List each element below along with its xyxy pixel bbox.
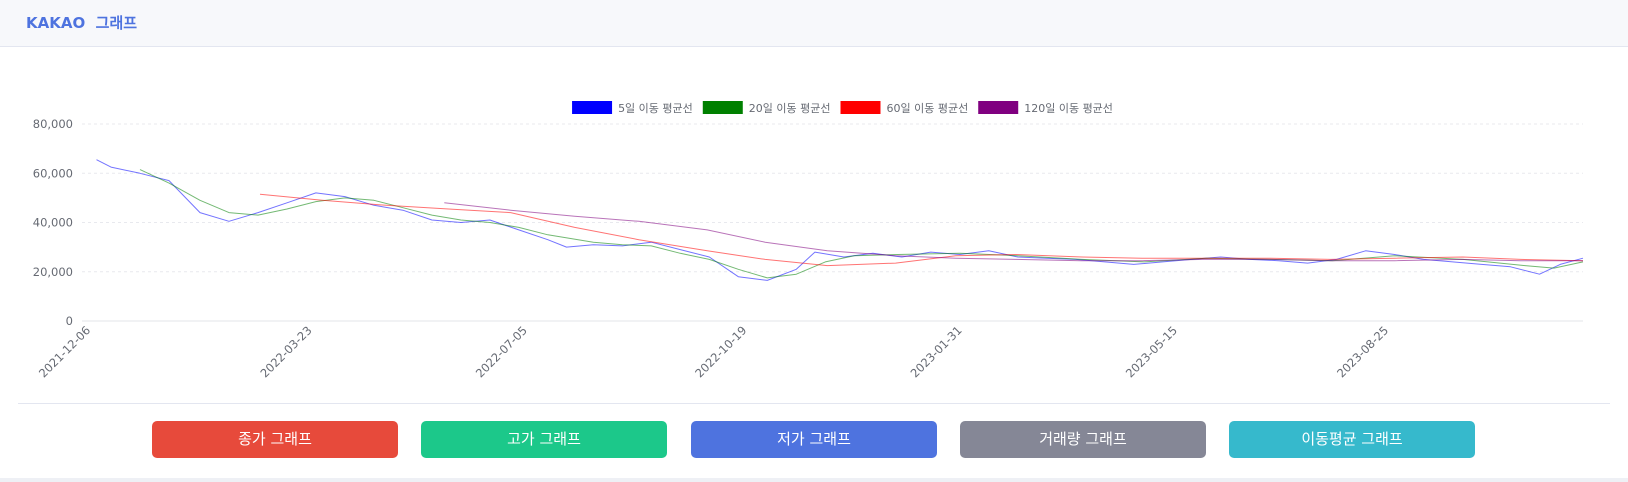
moving-average-graph-button[interactable]: 이동평균 그래프 xyxy=(1229,421,1475,458)
series-line-1 xyxy=(96,159,1584,281)
divider xyxy=(18,403,1610,404)
x-tick-label: 2022-07-05 xyxy=(473,323,530,380)
y-tick-label: 80,000 xyxy=(33,117,73,131)
y-tick-label: 0 xyxy=(66,314,73,328)
chart-svg: 0 20,000 40,000 60,000 80,000 2021-12-06 2022… xyxy=(33,101,1584,380)
legend-swatch xyxy=(702,101,743,114)
low-graph-button[interactable]: 저가 그래프 xyxy=(691,421,937,458)
volume-graph-button[interactable]: 거래량 그래프 xyxy=(960,421,1206,458)
x-tick-label: 2023-05-15 xyxy=(1123,323,1180,380)
graph-button-row: 종가 그래프 고가 그래프 저가 그래프 거래량 그래프 이동평균 그래프 xyxy=(0,421,1628,458)
x-tick-label: 2023-08-25 xyxy=(1334,323,1391,380)
series-lines xyxy=(96,159,1584,281)
card-header: KAKAO 그래프 xyxy=(0,0,1628,47)
x-tick-label: 2021-12-06 xyxy=(36,323,93,380)
page-title: KAKAO 그래프 xyxy=(26,14,138,32)
x-tick-label: 2022-03-23 xyxy=(257,323,314,380)
legend-item-1[interactable]: 5일 이동 평균선 xyxy=(572,101,693,115)
legend-swatch xyxy=(840,101,881,114)
y-axis-ticks: 0 20,000 40,000 60,000 80,000 xyxy=(33,117,73,328)
x-tick-label: 2022-10-19 xyxy=(692,323,749,380)
moving-average-chart: 0 20,000 40,000 60,000 80,000 2021-12-06 2022… xyxy=(0,47,1628,402)
legend-item-3[interactable]: 60일 이동 평균선 xyxy=(840,101,969,115)
legend-label: 5일 이동 평균선 xyxy=(618,101,693,115)
series-line-2 xyxy=(139,169,1584,279)
chart-card: KAKAO 그래프 0 20,000 40,000 60,000 80,000 2021… xyxy=(0,0,1628,478)
legend-swatch xyxy=(572,101,613,114)
grid-lines xyxy=(82,123,1583,322)
legend-label: 20일 이동 평균선 xyxy=(749,101,831,115)
series-line-4 xyxy=(444,202,1583,262)
legend-swatch xyxy=(978,101,1019,114)
chart-legend[interactable]: 5일 이동 평균선 20일 이동 평균선 60일 이동 평균선 120일 이동 평균선 xyxy=(572,101,1113,115)
legend-label: 120일 이동 평균선 xyxy=(1024,101,1113,115)
legend-item-4[interactable]: 120일 이동 평균선 xyxy=(978,101,1113,115)
x-tick-label: 2023-01-31 xyxy=(908,323,965,380)
series-line-3 xyxy=(259,193,1584,267)
y-tick-label: 20,000 xyxy=(33,265,73,279)
close-graph-button[interactable]: 종가 그래프 xyxy=(152,421,398,458)
y-tick-label: 40,000 xyxy=(33,216,73,230)
high-graph-button[interactable]: 고가 그래프 xyxy=(421,421,667,458)
y-tick-label: 60,000 xyxy=(33,166,73,180)
legend-item-2[interactable]: 20일 이동 평균선 xyxy=(702,101,831,115)
legend-label: 60일 이동 평균선 xyxy=(887,101,969,115)
x-axis-ticks: 2021-12-06 2022-03-23 2022-07-05 2022-10-19… xyxy=(36,323,1391,380)
